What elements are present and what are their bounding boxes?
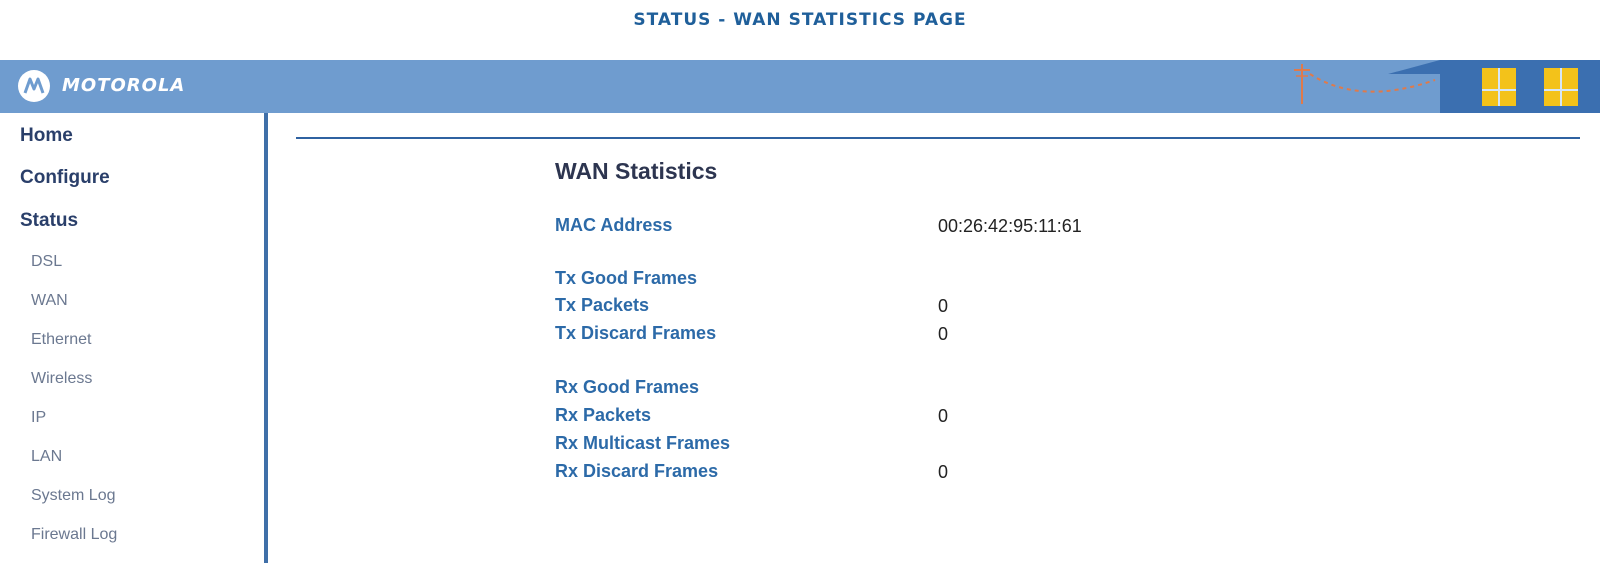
sidebar-nav: Home Configure Status DSL WAN Ethernet W… — [0, 113, 268, 563]
brand-name: MOTOROLA — [62, 75, 186, 96]
page-caption: STATUS - WAN STATISTICS PAGE — [633, 10, 967, 30]
value-rx-discard-frames: 0 — [938, 462, 949, 482]
label-tx-packets: Tx Packets — [555, 295, 650, 315]
label-rx-packets: Rx Packets — [555, 405, 652, 425]
label-rx-good-frames: Rx Good Frames — [555, 377, 700, 397]
sidebar-item-dsl[interactable]: DSL — [31, 253, 62, 271]
label-rx-discard-frames: Rx Discard Frames — [555, 461, 719, 481]
sidebar-item-firewall-log[interactable]: Firewall Log — [31, 526, 117, 544]
sidebar-item-lan[interactable]: LAN — [31, 448, 62, 466]
label-tx-good-frames: Tx Good Frames — [555, 268, 698, 288]
content-divider — [296, 137, 1580, 139]
label-rx-multicast-frames: Rx Multicast Frames — [555, 433, 731, 453]
header-bar: MOTOROLA — [0, 60, 1600, 113]
sidebar-item-configure[interactable]: Configure — [20, 167, 110, 189]
label-tx-discard-frames: Tx Discard Frames — [555, 323, 717, 343]
value-tx-packets: 0 — [938, 296, 949, 316]
sidebar-item-wan[interactable]: WAN — [31, 292, 68, 310]
sidebar-item-status[interactable]: Status — [20, 210, 78, 232]
house-decoration-icon — [1294, 60, 1600, 113]
value-rx-packets: 0 — [938, 406, 949, 426]
sidebar-item-system-log[interactable]: System Log — [31, 487, 115, 505]
sidebar-item-ip[interactable]: IP — [31, 409, 46, 427]
value-tx-discard-frames: 0 — [938, 324, 949, 344]
motorola-batwing-icon — [18, 70, 50, 102]
sidebar-item-ethernet[interactable]: Ethernet — [31, 331, 91, 349]
page-title: WAN Statistics — [555, 158, 718, 184]
value-mac-address: 00:26:42:95:11:61 — [938, 216, 1082, 236]
sidebar-item-home[interactable]: Home — [20, 125, 73, 147]
sidebar-item-wireless[interactable]: Wireless — [31, 370, 92, 388]
label-mac-address: MAC Address — [555, 215, 673, 235]
